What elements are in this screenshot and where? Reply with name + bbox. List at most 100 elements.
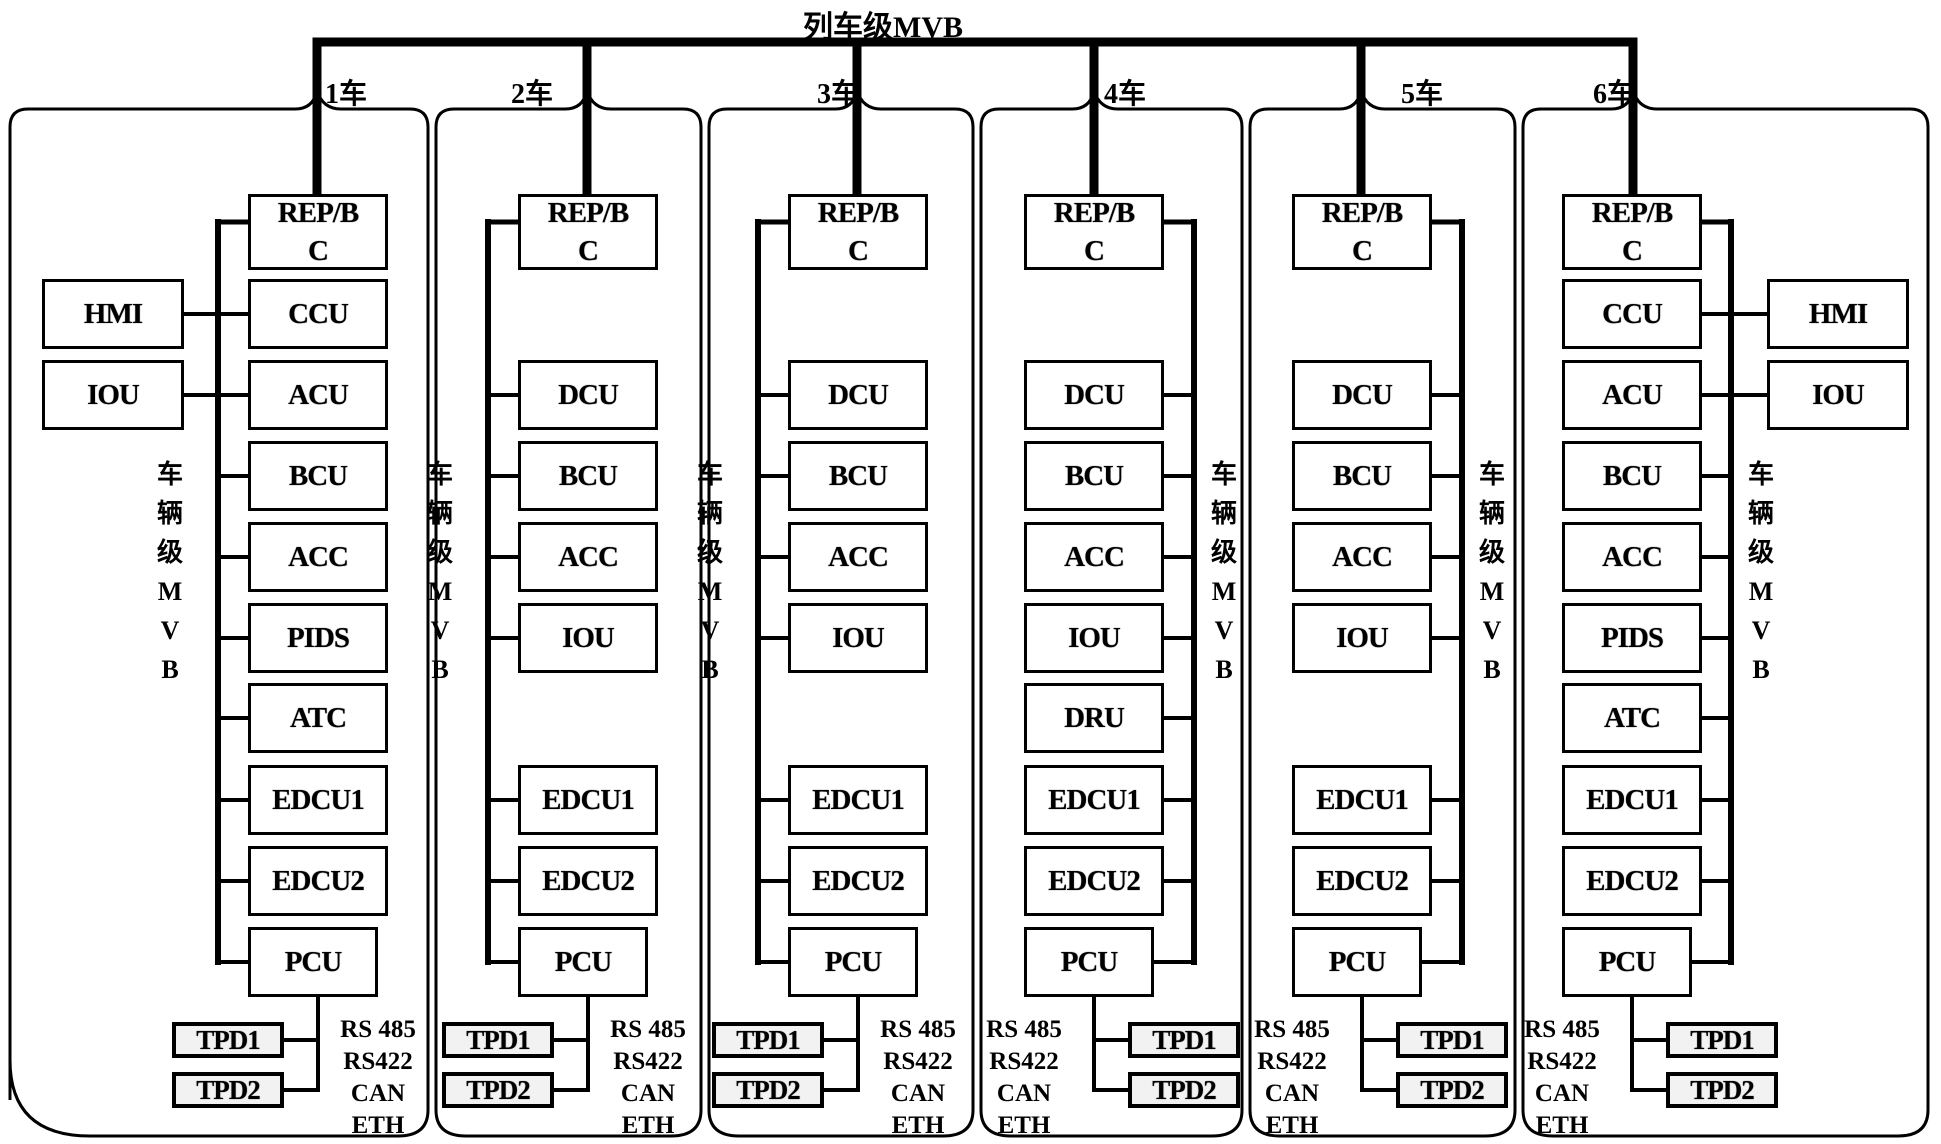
vehicle-mvb-label-char: 级 xyxy=(1478,538,1505,567)
vehicle-mvb-label-char: M xyxy=(1211,577,1237,606)
module-label: REP/B xyxy=(1053,197,1135,229)
module-label: C xyxy=(1084,235,1105,267)
module-dcu: DCU xyxy=(518,360,658,430)
vehicle-mvb-label-char: 级 xyxy=(1210,538,1237,567)
module-dru: DRU xyxy=(1024,683,1164,753)
module-label: REP/B xyxy=(547,197,629,229)
tpd-display-1: TPD1 xyxy=(712,1022,824,1058)
vehicle-mvb-label-char: M xyxy=(1479,577,1505,606)
module-dcu: DCU xyxy=(1292,360,1432,430)
module-iou: IOU xyxy=(788,603,928,673)
protocol-label: RS 485 xyxy=(880,1016,956,1043)
vehicle-mvb-label-char: B xyxy=(701,655,719,684)
vehicle-mvb-label-char: M xyxy=(1748,577,1774,606)
module-atc: ATC xyxy=(1562,683,1702,753)
protocol-list: RS 485 RS422 CAN ETH xyxy=(593,1014,703,1142)
module-edcu1: EDCU1 xyxy=(1024,765,1164,835)
protocol-list: RS 485 RS422 CAN ETH xyxy=(1507,1014,1617,1142)
vehicle-mvb-label-char: V xyxy=(430,616,450,645)
module-acc: ACC xyxy=(518,522,658,592)
module-edcu2: EDCU2 xyxy=(788,846,928,916)
tpd-display-1: TPD1 xyxy=(1666,1022,1778,1058)
car-label: 3车 xyxy=(817,79,860,110)
vehicle-mvb-label-char: 辆 xyxy=(696,499,723,528)
module-edcu1: EDCU1 xyxy=(1562,765,1702,835)
side-module-iou: IOU xyxy=(1767,360,1909,430)
protocol-label: RS 485 xyxy=(1254,1016,1330,1043)
protocol-label: RS 485 xyxy=(340,1016,416,1043)
module-edcu1: EDCU1 xyxy=(788,765,928,835)
protocol-label: CAN xyxy=(350,1080,406,1107)
tpd-display-2: TPD2 xyxy=(442,1072,554,1108)
vehicle-mvb-label-char: 辆 xyxy=(1747,499,1774,528)
protocol-label: RS422 xyxy=(613,1048,683,1075)
vehicle-mvb-label-char: B xyxy=(1483,655,1501,684)
gateway-module-repbc: REP/B C xyxy=(1024,194,1164,270)
tpd-display-2: TPD2 xyxy=(1666,1072,1778,1108)
module-pcu: PCU xyxy=(518,927,648,997)
car-label: 6车 xyxy=(1593,79,1636,110)
vehicle-mvb-label: 车辆级MVB xyxy=(420,455,460,689)
vehicle-mvb-label-char: V xyxy=(1482,616,1502,645)
vehicle-mvb-label-char: 辆 xyxy=(1478,499,1505,528)
module-edcu1: EDCU1 xyxy=(1292,765,1432,835)
vehicle-mvb-label-char: B xyxy=(161,655,179,684)
module-acu: ACU xyxy=(1562,360,1702,430)
protocol-label: RS 485 xyxy=(1524,1016,1600,1043)
protocol-label: ETH xyxy=(621,1112,675,1139)
module-edcu1: EDCU1 xyxy=(518,765,658,835)
vehicle-mvb-label-char: 车 xyxy=(1747,460,1774,489)
vehicle-mvb-label-char: 车 xyxy=(696,460,723,489)
train-bus-title: 列车级MVB xyxy=(803,11,963,44)
tpd-display-2: TPD2 xyxy=(172,1072,284,1108)
module-label: REP/B xyxy=(277,197,359,229)
vehicle-mvb-label-char: 级 xyxy=(696,538,723,567)
protocol-label: RS422 xyxy=(1257,1048,1327,1075)
vehicle-mvb-label-char: B xyxy=(1752,655,1770,684)
vehicle-mvb-label-char: 车 xyxy=(426,460,453,489)
module-acc: ACC xyxy=(1024,522,1164,592)
protocol-label: ETH xyxy=(891,1112,945,1139)
gateway-module-repbc: REP/B C xyxy=(1292,194,1432,270)
protocol-label: CAN xyxy=(996,1080,1052,1107)
module-edcu2: EDCU2 xyxy=(1562,846,1702,916)
module-acc: ACC xyxy=(1562,522,1702,592)
module-iou: IOU xyxy=(1024,603,1164,673)
module-ccu: CCU xyxy=(248,279,388,349)
gateway-module-repbc: REP/B C xyxy=(248,194,388,270)
protocol-label: CAN xyxy=(890,1080,946,1107)
tpd-display-1: TPD1 xyxy=(172,1022,284,1058)
module-edcu2: EDCU2 xyxy=(248,846,388,916)
gateway-module-repbc: REP/B C xyxy=(1562,194,1702,270)
protocol-list: RS 485 RS422 CAN ETH xyxy=(323,1014,433,1142)
vehicle-mvb-label-char: M xyxy=(157,577,183,606)
side-module-hmi: HMI xyxy=(42,279,184,349)
protocol-label: ETH xyxy=(997,1112,1051,1139)
module-edcu1: EDCU1 xyxy=(248,765,388,835)
car-label: 1车 xyxy=(325,79,368,110)
vehicle-mvb-label-char: V xyxy=(160,616,180,645)
vehicle-mvb-label: 车辆级MVB xyxy=(690,455,730,689)
protocol-label: RS 485 xyxy=(986,1016,1062,1043)
side-module-hmi: HMI xyxy=(1767,279,1909,349)
module-bcu: BCU xyxy=(788,441,928,511)
vehicle-mvb-label: 车辆级MVB xyxy=(150,455,190,689)
protocol-label: RS422 xyxy=(883,1048,953,1075)
module-edcu2: EDCU2 xyxy=(1292,846,1432,916)
module-pids: PIDS xyxy=(1562,603,1702,673)
car-label: 2车 xyxy=(511,79,554,110)
vehicle-mvb-label-char: M xyxy=(697,577,723,606)
protocol-list: RS 485 RS422 CAN ETH xyxy=(863,1014,973,1142)
module-label: REP/B xyxy=(817,197,899,229)
module-edcu2: EDCU2 xyxy=(1024,846,1164,916)
protocol-label: ETH xyxy=(1535,1112,1589,1139)
module-pcu: PCU xyxy=(1292,927,1422,997)
module-pids: PIDS xyxy=(248,603,388,673)
protocol-label: CAN xyxy=(1264,1080,1320,1107)
vehicle-mvb-label-char: 车 xyxy=(1478,460,1505,489)
module-label: C xyxy=(578,235,599,267)
tpd-display-2: TPD2 xyxy=(1128,1072,1240,1108)
protocol-label: RS422 xyxy=(343,1048,413,1075)
vehicle-mvb-label-char: M xyxy=(427,577,453,606)
module-dcu: DCU xyxy=(788,360,928,430)
